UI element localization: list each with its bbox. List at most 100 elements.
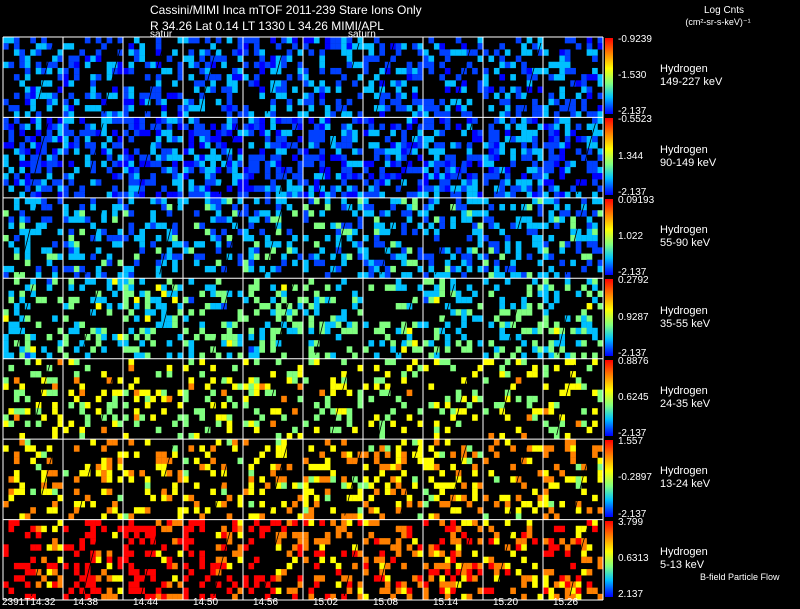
heatmap-cell bbox=[466, 210, 473, 217]
heatmap-cell bbox=[172, 562, 178, 570]
heatmap-cell bbox=[188, 278, 195, 285]
heatmap-cell bbox=[19, 575, 26, 582]
x-tick-label: 15:26 bbox=[553, 597, 579, 608]
heatmap-cell bbox=[428, 296, 435, 304]
heatmap-cell bbox=[592, 160, 598, 168]
heatmap-cell bbox=[581, 420, 587, 427]
heatmap-cell bbox=[95, 327, 102, 335]
heatmap-cell bbox=[57, 123, 64, 131]
heatmap-cell bbox=[477, 37, 484, 44]
heatmap-cell bbox=[286, 327, 293, 335]
heatmap-cell bbox=[297, 49, 304, 56]
heatmap-cell bbox=[472, 395, 478, 403]
heatmap-cell bbox=[3, 142, 9, 149]
heatmap-cell bbox=[417, 179, 424, 186]
heatmap-cell bbox=[335, 383, 342, 390]
heatmap-cell bbox=[215, 290, 222, 298]
heatmap-cell bbox=[423, 278, 429, 285]
heatmap-cell bbox=[270, 80, 276, 87]
heatmap-cell bbox=[521, 581, 527, 588]
heatmap-cell bbox=[155, 160, 162, 168]
row-energy-label: 24-35 keV bbox=[660, 397, 711, 410]
heatmap-cell bbox=[368, 340, 375, 347]
heatmap-cell bbox=[363, 259, 369, 267]
heatmap-cell bbox=[373, 92, 380, 100]
x-tick-label: 15:20 bbox=[493, 597, 519, 608]
heatmap-cell bbox=[24, 61, 31, 69]
heatmap-cell bbox=[30, 160, 36, 168]
heatmap-cell bbox=[537, 352, 544, 359]
heatmap-cell bbox=[253, 389, 260, 397]
heatmap-cell bbox=[117, 284, 124, 291]
heatmap-cell bbox=[210, 333, 216, 341]
heatmap-cell bbox=[384, 358, 391, 366]
heatmap-cell bbox=[521, 142, 527, 149]
heatmap-cell bbox=[335, 569, 342, 576]
heatmap-cell bbox=[232, 333, 238, 341]
heatmap-cell bbox=[324, 395, 331, 403]
heatmap-cell bbox=[52, 408, 58, 415]
heatmap-cell bbox=[210, 123, 216, 131]
heatmap-cell bbox=[488, 204, 495, 211]
heatmap-cell bbox=[324, 463, 331, 471]
heatmap-cell bbox=[166, 55, 173, 62]
heatmap-cell bbox=[412, 67, 418, 75]
heatmap-cell bbox=[172, 265, 178, 273]
heatmap-cell bbox=[472, 389, 478, 397]
heatmap-cell bbox=[144, 74, 151, 81]
heatmap-cell bbox=[439, 272, 446, 279]
heatmap-cell bbox=[477, 210, 484, 217]
heatmap-cell bbox=[199, 67, 206, 75]
heatmap-cell bbox=[52, 272, 58, 279]
heatmap-cell bbox=[112, 241, 118, 248]
heatmap-cell bbox=[270, 340, 276, 347]
heatmap-cell bbox=[297, 364, 304, 372]
heatmap-cell bbox=[226, 160, 233, 168]
heatmap-cell bbox=[346, 173, 353, 180]
heatmap-cell bbox=[139, 92, 146, 100]
heatmap-cell bbox=[243, 210, 249, 217]
heatmap-cell bbox=[493, 284, 500, 291]
heatmap-cell bbox=[319, 123, 326, 131]
heatmap-cell bbox=[412, 476, 418, 483]
heatmap-cell bbox=[188, 358, 195, 366]
heatmap-cell bbox=[417, 43, 424, 50]
heatmap-cell bbox=[128, 67, 135, 75]
heatmap-cell bbox=[237, 309, 244, 316]
heatmap-cell bbox=[46, 544, 53, 551]
heatmap-cell bbox=[433, 290, 440, 298]
heatmap-cell bbox=[308, 253, 315, 260]
heatmap-cell bbox=[297, 327, 304, 335]
heatmap-cell bbox=[139, 538, 146, 545]
heatmap-cell bbox=[275, 451, 282, 458]
heatmap-cell bbox=[439, 61, 446, 69]
heatmap-cell bbox=[297, 575, 304, 582]
heatmap-cell bbox=[379, 148, 386, 155]
heatmap-cell bbox=[259, 476, 266, 483]
heatmap-cell bbox=[504, 166, 511, 174]
heatmap-cell bbox=[303, 80, 309, 87]
heatmap-cell bbox=[8, 327, 15, 335]
heatmap-cell bbox=[363, 67, 369, 75]
heatmap-cell bbox=[346, 408, 353, 415]
heatmap-cell bbox=[303, 377, 309, 384]
heatmap-cell bbox=[319, 86, 326, 93]
heatmap-cell bbox=[204, 204, 211, 211]
heatmap-cell bbox=[499, 43, 506, 50]
heatmap-cell bbox=[226, 123, 233, 131]
heatmap-cell bbox=[363, 191, 369, 199]
heatmap-cell bbox=[128, 191, 135, 199]
heatmap-cell bbox=[368, 204, 375, 211]
heatmap-cell bbox=[68, 284, 75, 291]
heatmap-cell bbox=[548, 148, 555, 155]
heatmap-cell bbox=[346, 123, 353, 131]
heatmap-cell bbox=[270, 587, 276, 595]
heatmap-cell bbox=[188, 296, 195, 304]
heatmap-cell bbox=[150, 296, 156, 304]
heatmap-cell bbox=[341, 160, 347, 168]
colorbar-value: 0.9287 bbox=[618, 311, 649, 323]
heatmap-cell bbox=[161, 544, 167, 551]
heatmap-cell bbox=[188, 432, 195, 440]
heatmap-cell bbox=[161, 154, 167, 161]
heatmap-cell bbox=[537, 408, 544, 415]
